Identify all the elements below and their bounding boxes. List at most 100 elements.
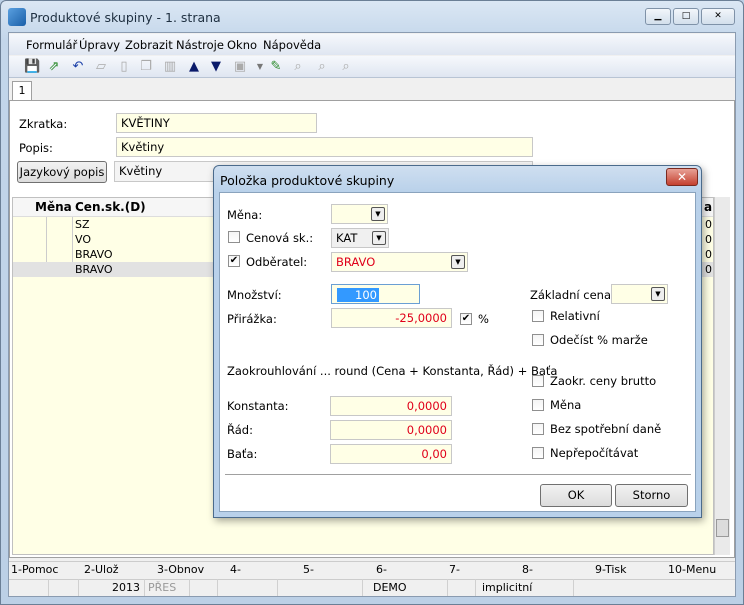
copy-icon[interactable]: ❐ — [138, 59, 154, 75]
fkey-5[interactable]: 5- — [303, 563, 314, 576]
neprepocitavat-label: Nepřepočítávat — [550, 446, 639, 460]
cell-cen-sk: BRAVO — [75, 263, 113, 276]
zakladni-cena-label: Základní cena: — [530, 288, 615, 302]
chevron-down-icon[interactable]: ▼ — [371, 207, 385, 221]
odecist-checkbox[interactable] — [532, 334, 544, 346]
bez-label: Bez spotřební daně — [550, 422, 662, 436]
status-year: 2013 — [78, 579, 144, 596]
window-title: Produktové skupiny - 1. strana — [30, 10, 221, 25]
status-mode: PŘES — [144, 579, 189, 596]
chevron-down-icon[interactable]: ▼ — [372, 231, 386, 245]
cell-cen-sk: VO — [75, 233, 91, 246]
odberatel-checkbox[interactable]: ✔ — [228, 255, 240, 267]
excel-edit-icon[interactable]: ✎ — [268, 59, 284, 75]
mena-label: Měna: — [227, 208, 263, 222]
cell-right: 0 — [705, 233, 712, 246]
fkey-7[interactable]: 7- — [449, 563, 460, 576]
bata-label: Baťa: — [227, 447, 258, 461]
undo-icon[interactable]: ↶ — [70, 59, 86, 75]
dialog-separator — [225, 474, 691, 475]
prirazka-label: Přirážka: — [227, 312, 277, 326]
rad-input[interactable]: 0,0000 — [330, 420, 452, 440]
konstanta-label: Konstanta: — [227, 399, 289, 413]
relativni-label: Relativní — [550, 309, 600, 323]
odberatel-combo[interactable]: BRAVO ▼ — [331, 252, 468, 272]
scroll-thumb[interactable] — [716, 519, 729, 537]
dropdown-arrow-icon[interactable]: ▼ — [252, 59, 268, 75]
open-folder-icon[interactable]: ▱ — [93, 59, 109, 75]
relativni-checkbox[interactable] — [532, 310, 544, 322]
rounding-text: Zaokrouhlování ... round (Cena + Konstan… — [227, 364, 558, 378]
status-profile: implicitní — [475, 579, 573, 596]
cell-right: 0 — [705, 248, 712, 261]
mena2-checkbox[interactable] — [532, 399, 544, 411]
rad-label: Řád: — [227, 423, 253, 437]
mena-combo[interactable]: ▼ — [331, 204, 388, 224]
tab-1[interactable]: 1 — [12, 81, 32, 101]
maximize-button[interactable]: □ — [673, 8, 699, 25]
cenova-combo[interactable]: KAT ▼ — [331, 228, 389, 248]
menu-okno[interactable]: Okno — [227, 38, 257, 52]
cell-right: 0 — [705, 263, 712, 276]
cell-cen-sk: SZ — [75, 218, 90, 231]
zaokr-label: Zaokr. ceny brutto — [550, 374, 657, 388]
menu-nastroje[interactable]: Nástroje — [176, 38, 224, 52]
fkey-10[interactable]: 10-Menu — [668, 563, 716, 576]
vertical-scrollbar[interactable] — [714, 197, 730, 555]
konstanta-input[interactable]: 0,0000 — [330, 396, 452, 416]
fkey-3[interactable]: 3-Obnov — [157, 563, 204, 576]
storno-button[interactable]: Storno — [615, 484, 688, 507]
cenova-checkbox[interactable] — [228, 231, 240, 243]
zaokr-checkbox[interactable] — [532, 375, 544, 387]
fkey-4[interactable]: 4- — [230, 563, 241, 576]
fkey-8[interactable]: 8- — [522, 563, 533, 576]
dialog-close-button[interactable]: ✕ — [666, 168, 698, 186]
mnozstvi-input[interactable]: 100 — [331, 284, 420, 304]
neprepocitavat-checkbox[interactable] — [532, 447, 544, 459]
fkey-2[interactable]: 2-Ulož — [84, 563, 119, 576]
percent-checkbox[interactable]: ✔ — [460, 313, 472, 325]
header-right[interactable]: a — [704, 200, 712, 214]
minimize-button[interactable]: ▁ — [645, 8, 671, 25]
save-export-icon[interactable]: ⇗ — [46, 59, 62, 75]
header-mena[interactable]: Měna — [35, 200, 72, 214]
popis-input[interactable]: Květiny — [116, 137, 533, 157]
zkratka-label: Zkratka: — [19, 117, 68, 131]
settings-icon[interactable]: ▣ — [232, 59, 248, 75]
save-icon[interactable]: 💾 — [24, 59, 40, 75]
bata-input[interactable]: 0,00 — [330, 444, 452, 464]
ok-button[interactable]: OK — [540, 484, 612, 507]
menu-upravy[interactable]: Úpravy — [79, 38, 120, 52]
fkey-9[interactable]: 9-Tisk — [595, 563, 627, 576]
dialog-title: Položka produktové skupiny — [220, 173, 395, 188]
mnozstvi-label: Množství: — [227, 288, 282, 302]
zkratka-input[interactable]: KVĚTINY — [116, 113, 317, 133]
book-icon[interactable]: ▥ — [162, 59, 178, 75]
header-cen-sk[interactable]: Cen.sk.(D) — [75, 200, 146, 214]
close-button[interactable]: ✕ — [701, 8, 735, 25]
jazykovy-popis-button[interactable]: Jazykový popis — [17, 161, 107, 183]
arrow-up-icon[interactable]: ▲ — [186, 59, 202, 75]
new-document-icon[interactable]: ▯ — [116, 59, 132, 75]
fkey-6[interactable]: 6- — [376, 563, 387, 576]
find-next-icon[interactable]: ⌕ — [314, 59, 330, 75]
cell-cen-sk: BRAVO — [75, 248, 113, 261]
odberatel-label: Odběratel: — [246, 255, 308, 269]
mena2-label: Měna — [550, 398, 582, 412]
fkey-1[interactable]: 1-Pomoc — [11, 563, 58, 576]
menu-formular[interactable]: Formulář — [26, 38, 77, 52]
zakladni-cena-combo[interactable]: ▼ — [611, 284, 668, 304]
menu-napoveda[interactable]: Nápověda — [263, 38, 321, 52]
arrow-down-icon[interactable]: ▼ — [208, 59, 224, 75]
prirazka-input[interactable]: -25,0000 — [331, 308, 452, 328]
cenova-label: Cenová sk.: — [246, 231, 314, 245]
bez-checkbox[interactable] — [532, 423, 544, 435]
binoculars-icon[interactable]: ⌕ — [290, 59, 306, 75]
cell-right: 0 — [705, 218, 712, 231]
percent-label: % — [478, 312, 489, 326]
chevron-down-icon[interactable]: ▼ — [651, 287, 665, 301]
find-prev-icon[interactable]: ⌕ — [338, 59, 354, 75]
status-db: DEMO — [362, 579, 447, 596]
chevron-down-icon[interactable]: ▼ — [451, 255, 465, 269]
menu-zobrazit[interactable]: Zobrazit — [125, 38, 173, 52]
